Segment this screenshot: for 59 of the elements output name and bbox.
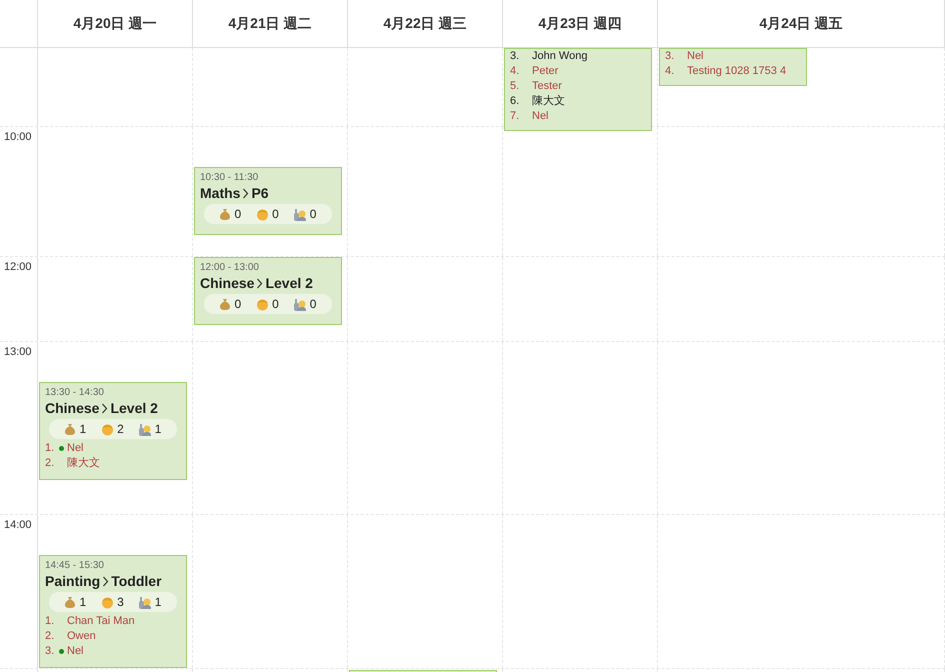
attendee-entry[interactable]: 3. Nel xyxy=(45,644,181,659)
event-subject: Painting xyxy=(45,572,100,590)
event-subject: Chinese xyxy=(45,399,100,417)
event-card[interactable]: 3. John Wong 4. Peter 5. Tester 6. 陳大文 7. Nel xyxy=(504,48,652,131)
request-count: 0 xyxy=(310,296,316,313)
attendee-entry[interactable]: 5. Tester xyxy=(510,79,646,94)
attendee-entry[interactable]: 1. Nel xyxy=(45,441,181,456)
time-label: 10:00 xyxy=(4,130,32,145)
attendee-entry[interactable]: 2. 陳大文 xyxy=(45,456,181,471)
time-label: 14:00 xyxy=(4,518,32,533)
student-count: 0 xyxy=(272,296,279,313)
attendee-entry[interactable]: 4. Peter xyxy=(510,64,646,79)
attendee-entry[interactable]: 3. John Wong xyxy=(510,49,646,64)
student-count: 0 xyxy=(272,206,279,223)
attendee-entry[interactable]: 7. Nel xyxy=(510,109,646,124)
chevron-right-icon xyxy=(242,188,250,198)
request-count: 0 xyxy=(310,206,316,223)
chevron-right-icon xyxy=(256,278,264,288)
chevron-right-icon xyxy=(102,576,110,586)
attendee-entry[interactable]: 3. Nel xyxy=(665,49,801,64)
request-count: 1 xyxy=(154,594,162,611)
event-subject: Maths xyxy=(200,184,240,202)
payment-count: 0 xyxy=(234,206,242,223)
money-bag-icon xyxy=(64,422,76,436)
event-time: 13:30 - 14:30 xyxy=(45,387,105,399)
event-level: Level 2 xyxy=(265,274,313,292)
event-level: Level 2 xyxy=(110,399,158,417)
event-card[interactable]: 14:45 - 15:30 Painting Toddler 1 3 1 1. Chan Tai Man 2. Owen 3. Nel xyxy=(39,555,187,668)
time-label: 13:00 xyxy=(4,345,32,360)
event-time: 14:45 - 15:30 xyxy=(45,560,105,572)
money-bag-icon xyxy=(64,596,76,608)
day-header: 4月20日 週一 xyxy=(73,14,157,33)
payment-count: 0 xyxy=(234,296,242,313)
event-time: 12:00 - 13:00 xyxy=(200,262,260,274)
event-level: P6 xyxy=(251,184,269,202)
time-label: 12:00 xyxy=(4,260,32,275)
money-bag-icon xyxy=(219,208,232,220)
attendee-entry[interactable]: 4. Testing 1028 1753 4 xyxy=(665,64,801,79)
student-count: 3 xyxy=(117,594,124,611)
day-header: 4月23日 週四 xyxy=(538,14,622,33)
student-count: 2 xyxy=(117,421,124,438)
event-card[interactable]: 13:30 - 14:30 Chinese Level 2 1 2 1 1. Nel 2. 陳大文 xyxy=(39,382,187,480)
day-header: 4月24日 週五 xyxy=(759,14,843,33)
attendee-entry[interactable]: 6. 陳大文 xyxy=(510,94,646,109)
day-header: 4月22日 週三 xyxy=(383,14,467,33)
event-card[interactable]: 10:30 - 11:30 Maths P6 0 0 0 xyxy=(194,167,342,235)
attendee-entry[interactable]: 1. Chan Tai Man xyxy=(45,614,181,629)
event-subject: Chinese xyxy=(200,274,254,292)
event-time: 10:30 - 11:30 xyxy=(200,172,260,184)
event-level: Toddler xyxy=(111,572,162,590)
money-bag-icon xyxy=(219,298,232,310)
chevron-right-icon xyxy=(101,402,108,414)
event-card[interactable]: 12:00 - 13:00 Chinese Level 2 0 0 0 xyxy=(194,257,342,325)
request-count: 1 xyxy=(154,421,162,438)
payment-count: 1 xyxy=(79,594,86,611)
event-card[interactable]: 3. Nel 4. Testing 1028 1753 4 xyxy=(659,48,807,86)
payment-count: 1 xyxy=(79,421,86,438)
attendee-entry[interactable]: 2. Owen xyxy=(45,629,181,644)
day-header: 4月21日 週二 xyxy=(228,14,312,33)
